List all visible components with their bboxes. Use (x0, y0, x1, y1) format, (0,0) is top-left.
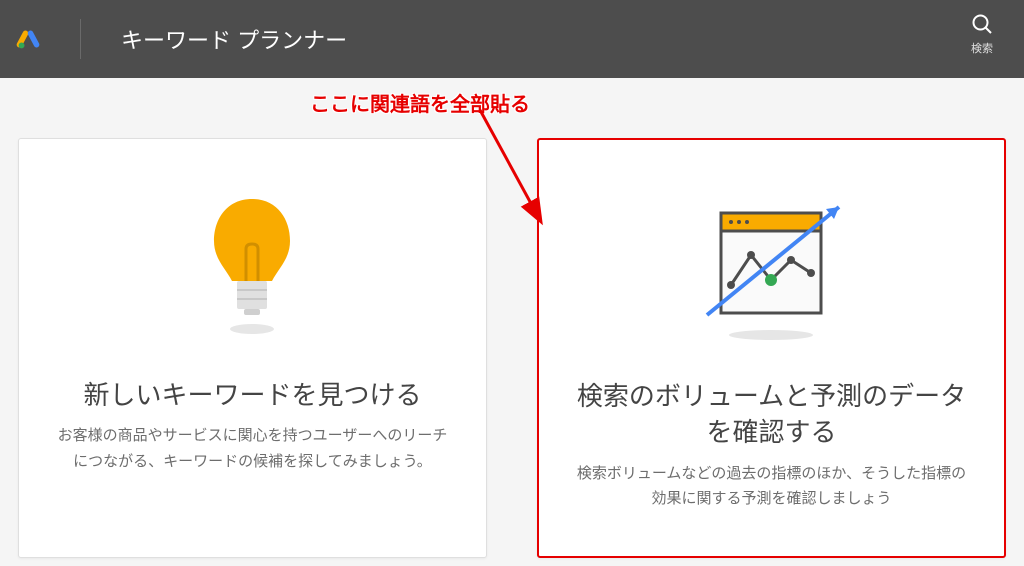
lightbulb-icon (152, 179, 352, 349)
search-button[interactable]: 検索 (970, 12, 994, 56)
content: ここに関連語を全部貼る 新しいキーワードを見つける (0, 78, 1024, 558)
card-search-volume[interactable]: 検索のボリュームと予測のデータを確認する 検索ボリュームなどの過去の指標のほか、… (537, 138, 1006, 558)
card-desc: お客様の商品やサービスに関心を持つユーザーへのリーチにつながる、キーワードの候補… (49, 423, 456, 474)
chart-trend-icon (671, 180, 871, 350)
header-left: キーワード プランナー (16, 19, 347, 59)
header-divider (80, 19, 81, 59)
card-title: 検索のボリュームと予測のデータを確認する (569, 378, 974, 451)
annotation-text: ここに関連語を全部貼る (310, 88, 530, 117)
google-ads-logo-icon (16, 27, 40, 51)
card-title: 新しいキーワードを見つける (83, 377, 421, 413)
page-title: キーワード プランナー (121, 23, 347, 55)
search-icon (970, 12, 994, 36)
search-label: 検索 (971, 40, 993, 56)
cards-row: 新しいキーワードを見つける お客様の商品やサービスに関心を持つユーザーへのリーチ… (16, 138, 1008, 558)
card-find-keywords[interactable]: 新しいキーワードを見つける お客様の商品やサービスに関心を持つユーザーへのリーチ… (18, 138, 487, 558)
card-desc: 検索ボリュームなどの過去の指標のほか、そうした指標の効果に関する予測を確認しまし… (569, 461, 974, 512)
header-bar: キーワード プランナー 検索 (0, 0, 1024, 78)
